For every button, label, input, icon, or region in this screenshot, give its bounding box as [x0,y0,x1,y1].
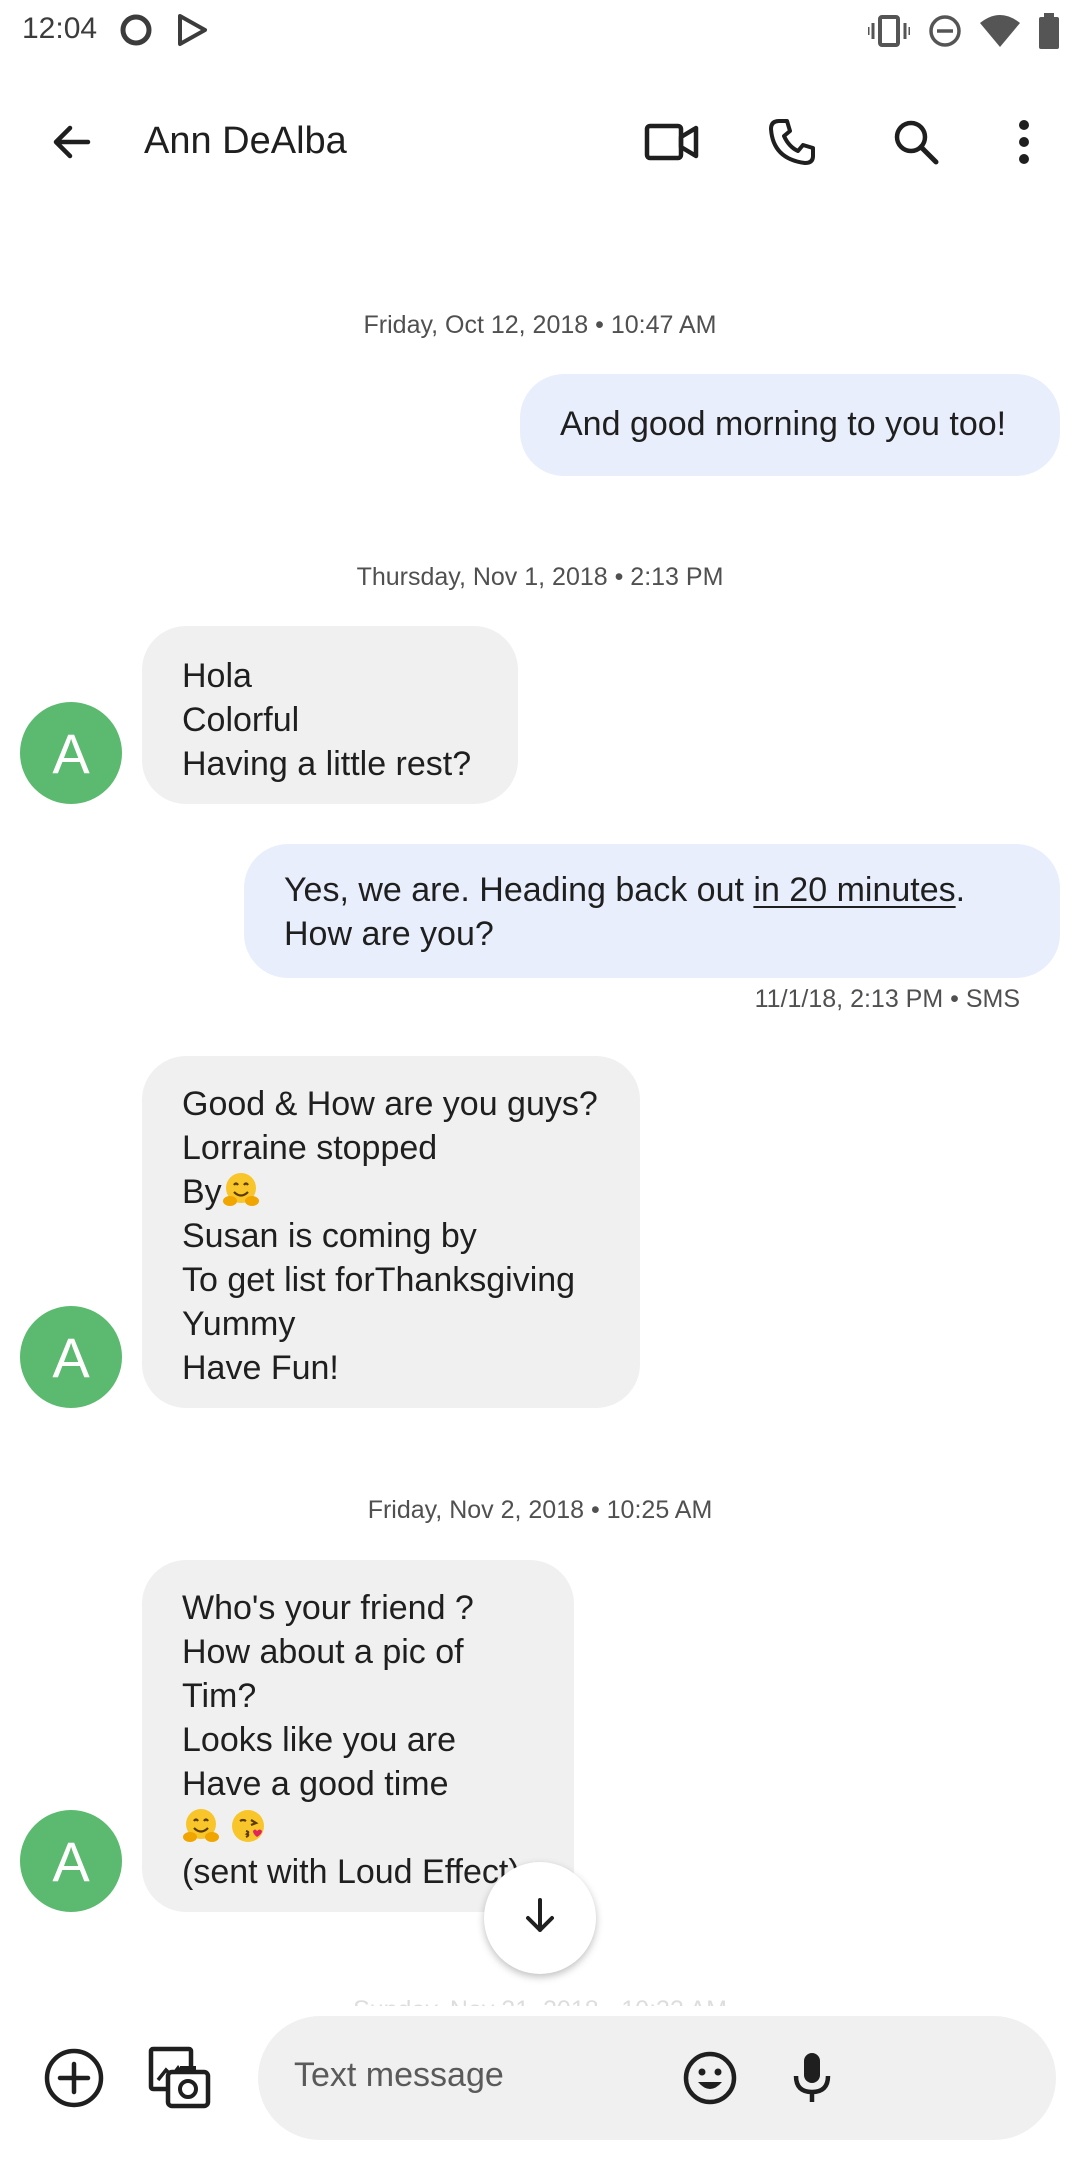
kissing-face-emoji [229,1807,267,1845]
avatar[interactable]: A [20,1810,122,1912]
play-store-icon [174,12,210,48]
message-text: Good & How are you guys? [182,1085,598,1123]
date-separator: Thursday, Nov 1, 2018 • 2:13 PM [356,563,724,591]
gallery-camera-icon[interactable] [140,2038,220,2118]
message-text: How are you? [284,915,494,953]
wifi-icon [980,15,1020,47]
emoji-icon[interactable] [670,2038,750,2118]
hugging-face-emoji [182,1807,220,1845]
message-text: Yes, we are. Heading back out [284,871,754,909]
date-separator: Friday, Oct 12, 2018 • 10:47 AM [363,311,717,339]
add-attachment-icon[interactable] [34,2038,114,2118]
message-text: By [182,1173,222,1211]
outgoing-message[interactable]: Yes, we are. Heading back out in 20 minu… [244,844,1060,978]
microphone-icon[interactable] [772,2038,852,2118]
vibrate-icon [868,14,910,48]
more-vert-icon[interactable] [984,102,1064,182]
status-bar: 12:04 [0,0,1080,62]
date-separator: Friday, Nov 2, 2018 • 10:25 AM [367,1496,713,1524]
contact-name[interactable]: Ann DeAlba [144,120,347,163]
outgoing-message[interactable]: And good morning to you too! [520,374,1060,476]
battery-icon [1038,13,1060,49]
avatar[interactable]: A [20,1306,122,1408]
back-arrow-icon[interactable] [32,102,112,182]
message-input[interactable]: Text message [258,2016,1056,2140]
scroll-to-bottom-button[interactable] [484,1862,596,1974]
message-timestamp: 11/1/18, 2:13 PM • SMS [754,985,1020,1013]
message-text: . [955,871,966,909]
time-link[interactable]: in 20 minutes [753,871,955,909]
phone-icon[interactable] [752,102,832,182]
search-icon[interactable] [876,102,956,182]
incoming-message[interactable]: Hola Colorful Having a little rest? [142,626,518,804]
message-text: Susan is coming by To get list forThanks… [182,1217,576,1387]
message-text: (sent with Loud Effect) [182,1853,520,1891]
video-call-icon[interactable] [632,102,712,182]
status-time: 12:04 [22,12,98,45]
arrow-down-icon [520,1896,560,1941]
hugging-face-emoji [222,1171,260,1209]
ring-icon [118,12,154,48]
compose-bar: Text message [0,2006,1080,2160]
incoming-message[interactable]: Good & How are you guys? Lorraine stoppe… [142,1056,640,1408]
dnd-icon [928,14,962,48]
incoming-message[interactable]: Who's your friend ? How about a pic of T… [142,1560,574,1912]
message-input-placeholder: Text message [294,2056,504,2094]
message-text: Who's your friend ? How about a pic of T… [182,1589,474,1803]
message-text: Lorraine stopped [182,1129,438,1167]
avatar[interactable]: A [20,702,122,804]
